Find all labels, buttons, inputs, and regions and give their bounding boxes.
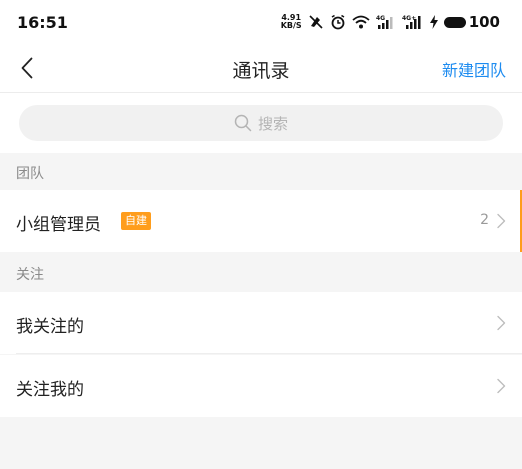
contacts-screen: 16:51 4.91 KB/S 4G 4G+ 100 通讯录 新建团队 搜索 团… bbox=[0, 0, 522, 469]
self-created-badge: 自建 bbox=[121, 212, 151, 230]
search-icon bbox=[234, 114, 252, 132]
navigation-bar: 通讯录 新建团队 bbox=[0, 46, 522, 93]
list-item-label: 关注我的 bbox=[16, 380, 84, 400]
battery-level: 100 bbox=[468, 13, 500, 31]
battery-icon bbox=[443, 16, 466, 28]
wifi-icon bbox=[352, 15, 370, 29]
status-icons: 4.91 KB/S 4G 4G+ 100 bbox=[281, 10, 500, 34]
battery: 100 bbox=[443, 13, 500, 31]
list-item-my-following[interactable]: 我关注的 bbox=[0, 292, 522, 354]
list-item-label: 我关注的 bbox=[16, 317, 84, 337]
search-area: 搜索 bbox=[0, 93, 522, 153]
status-bar: 16:51 4.91 KB/S 4G 4G+ 100 bbox=[0, 0, 522, 46]
signal-sim1-icon: 4G bbox=[376, 15, 393, 29]
section-title-follow: 关注 bbox=[16, 267, 44, 283]
search-input[interactable]: 搜索 bbox=[19, 105, 503, 141]
signal-sim2-icon: 4G+ bbox=[402, 15, 421, 29]
search-placeholder: 搜索 bbox=[257, 114, 288, 133]
team-member-count: 2 bbox=[480, 212, 489, 228]
section-header-follow: 关注 bbox=[0, 254, 522, 290]
charging-icon bbox=[429, 15, 438, 29]
network-speed: 4.91 KB/S bbox=[281, 14, 302, 30]
section-header-team: 团队 bbox=[0, 153, 522, 189]
network-speed-unit: KB/S bbox=[280, 21, 302, 30]
row-divider bbox=[16, 353, 522, 354]
signal-sim1-tech: 4G bbox=[376, 15, 385, 22]
new-team-button[interactable]: 新建团队 bbox=[442, 57, 506, 81]
team-name: 小组管理员 bbox=[16, 215, 101, 235]
section-title-team: 团队 bbox=[16, 166, 44, 182]
team-row-group-admin[interactable]: 小组管理员 自建 2 bbox=[0, 190, 522, 252]
chevron-right-icon bbox=[497, 378, 506, 394]
do-not-disturb-icon bbox=[309, 15, 323, 29]
list-item-my-followers[interactable]: 关注我的 bbox=[0, 355, 522, 417]
alarm-icon bbox=[331, 14, 345, 30]
chevron-right-icon bbox=[497, 315, 506, 331]
status-time: 16:51 bbox=[17, 13, 68, 32]
chevron-right-icon bbox=[497, 213, 506, 229]
